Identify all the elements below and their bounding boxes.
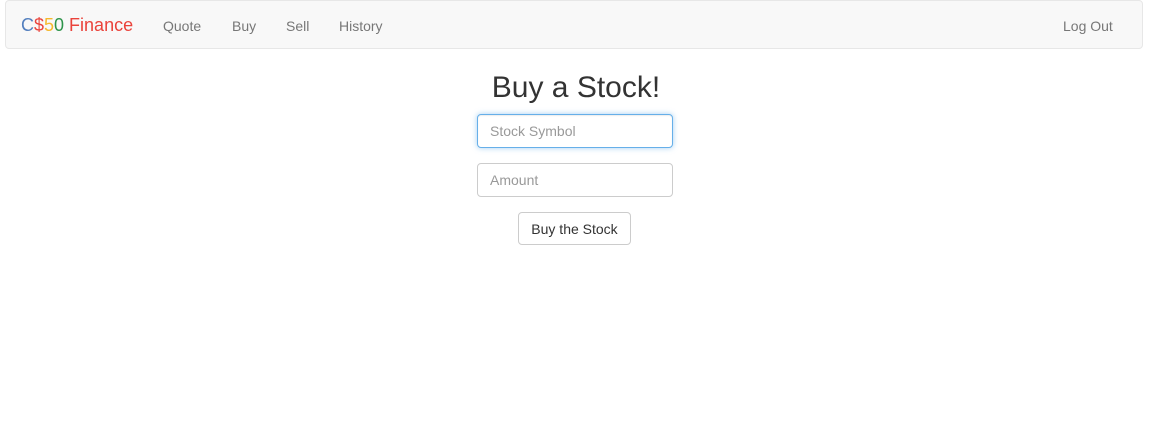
nav-item-buy[interactable]: Buy xyxy=(232,17,256,35)
stock-symbol-input[interactable] xyxy=(477,114,673,148)
amount-input[interactable] xyxy=(477,163,673,197)
navbar: C$50 Finance Quote Buy Sell History Log O… xyxy=(5,0,1143,49)
logout-link[interactable]: Log Out xyxy=(1063,17,1113,35)
buy-stock-button[interactable]: Buy the Stock xyxy=(518,212,631,245)
brand-logo-link[interactable]: C$50 Finance xyxy=(21,15,133,35)
nav-item-sell[interactable]: Sell xyxy=(286,17,309,35)
brand-letter-c: C xyxy=(21,15,34,35)
brand-digit-0: 0 xyxy=(54,15,65,35)
brand-dollar: $ xyxy=(34,15,45,35)
brand-digit-5: 5 xyxy=(44,15,55,35)
nav-item-quote[interactable]: Quote xyxy=(163,17,201,35)
page-title: Buy a Stock! xyxy=(491,71,661,104)
brand-word-finance: Finance xyxy=(69,15,134,35)
nav-item-history[interactable]: History xyxy=(339,17,383,35)
